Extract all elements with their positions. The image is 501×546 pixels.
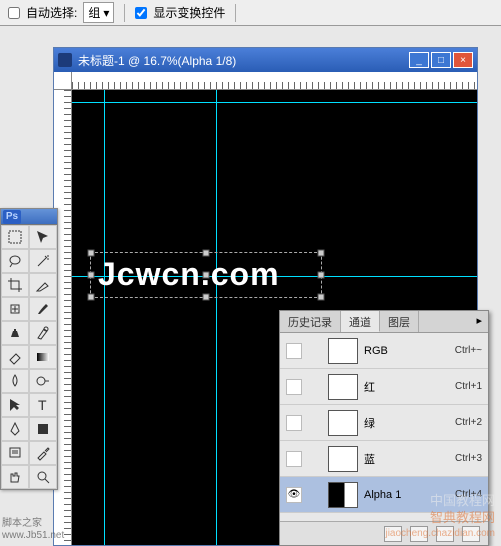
visibility-toggle[interactable]	[286, 487, 302, 503]
close-button[interactable]: ×	[453, 52, 473, 68]
channel-name: 红	[364, 379, 449, 395]
svg-text:T: T	[38, 397, 47, 413]
divider	[124, 4, 125, 22]
minimize-button[interactable]: _	[409, 52, 429, 68]
channel-thumbnail	[328, 374, 358, 400]
eraser-tool[interactable]	[1, 345, 29, 369]
ps-logo-icon: Ps	[3, 210, 21, 224]
marquee-tool[interactable]	[1, 225, 29, 249]
channel-thumbnail	[328, 446, 358, 472]
channel-shortcut: Ctrl+3	[455, 453, 482, 464]
channel-name: RGB	[364, 345, 449, 357]
channel-row[interactable]: RGB Ctrl+~	[280, 333, 488, 369]
toolbox-header[interactable]: Ps	[1, 209, 57, 225]
visibility-toggle[interactable]	[286, 415, 302, 431]
path-selection-tool[interactable]	[1, 393, 29, 417]
channel-name: 蓝	[364, 451, 449, 467]
channel-row[interactable]: 蓝 Ctrl+3	[280, 441, 488, 477]
guide-horizontal[interactable]	[72, 102, 477, 103]
notes-tool[interactable]	[1, 441, 29, 465]
canvas-text[interactable]: Jcwcn.com	[98, 256, 280, 293]
panel-menu-icon[interactable]: ▸	[470, 311, 488, 332]
transform-handle-sw[interactable]	[88, 294, 95, 301]
options-bar: 自动选择: 组 ▾ 显示变换控件	[0, 0, 501, 26]
ps-icon	[58, 53, 72, 67]
ruler-horizontal[interactable]	[72, 72, 477, 90]
transform-handle-w[interactable]	[88, 272, 95, 279]
auto-select-label: 自动选择:	[26, 4, 77, 21]
channel-row[interactable]: 红 Ctrl+1	[280, 369, 488, 405]
transform-handle-s[interactable]	[203, 294, 210, 301]
ruler-corner	[54, 72, 72, 90]
channel-shortcut: Ctrl+2	[455, 417, 482, 428]
channel-thumbnail	[328, 410, 358, 436]
transform-handle-nw[interactable]	[88, 250, 95, 257]
channel-shortcut: Ctrl+~	[455, 345, 482, 356]
history-brush-tool[interactable]	[29, 321, 57, 345]
show-transform-checkbox[interactable]	[135, 7, 147, 19]
channel-shortcut: Ctrl+1	[455, 381, 482, 392]
titlebar[interactable]: 未标题-1 @ 16.7%(Alpha 1/8) _ □ ×	[54, 48, 477, 72]
auto-select-checkbox[interactable]	[8, 7, 20, 19]
channel-list: RGBCtrl+~红Ctrl+1绿Ctrl+2蓝Ctrl+3Alpha 1Ctr…	[280, 333, 488, 513]
transform-handle-ne[interactable]	[318, 250, 325, 257]
transform-handle-e[interactable]	[318, 272, 325, 279]
panel-tabs: 历史记录 通道 图层 ▸	[280, 311, 488, 333]
type-tool[interactable]: T	[29, 393, 57, 417]
transform-handle-se[interactable]	[318, 294, 325, 301]
hand-tool[interactable]	[1, 465, 29, 489]
guide-vertical[interactable]	[104, 90, 105, 545]
shape-tool[interactable]	[29, 417, 57, 441]
tab-history[interactable]: 历史记录	[280, 311, 341, 332]
healing-brush-tool[interactable]	[1, 297, 29, 321]
eyedropper-tool[interactable]	[29, 441, 57, 465]
toolbox: Ps T	[0, 208, 58, 490]
crop-tool[interactable]	[1, 273, 29, 297]
tab-layers[interactable]: 图层	[380, 311, 419, 332]
divider	[235, 4, 236, 22]
show-transform-label: 显示变换控件	[153, 4, 225, 21]
magic-wand-tool[interactable]	[29, 249, 57, 273]
channel-thumbnail	[328, 482, 358, 508]
document-title: 未标题-1 @ 16.7%(Alpha 1/8)	[78, 52, 236, 69]
watermark-right: 中国教程网 智典教程网 jiaocheng.chazidian.com	[385, 493, 495, 540]
dodge-tool[interactable]	[29, 369, 57, 393]
maximize-button[interactable]: □	[431, 52, 451, 68]
tab-channels[interactable]: 通道	[341, 311, 380, 332]
group-dropdown-label: 组	[88, 4, 100, 21]
clone-stamp-tool[interactable]	[1, 321, 29, 345]
channel-thumbnail	[328, 338, 358, 364]
pen-tool[interactable]	[1, 417, 29, 441]
visibility-toggle[interactable]	[286, 379, 302, 395]
visibility-toggle[interactable]	[286, 451, 302, 467]
channel-name: 绿	[364, 415, 449, 431]
chevron-down-icon: ▾	[103, 6, 109, 20]
gradient-tool[interactable]	[29, 345, 57, 369]
brush-tool[interactable]	[29, 297, 57, 321]
move-tool[interactable]	[29, 225, 57, 249]
channel-row[interactable]: 绿 Ctrl+2	[280, 405, 488, 441]
blur-tool[interactable]	[1, 369, 29, 393]
lasso-tool[interactable]	[1, 249, 29, 273]
visibility-toggle[interactable]	[286, 343, 302, 359]
guide-vertical[interactable]	[216, 90, 217, 545]
group-dropdown[interactable]: 组 ▾	[83, 2, 114, 23]
watermark-left: 脚本之家 www.Jb51.net	[2, 518, 64, 542]
zoom-tool[interactable]	[29, 465, 57, 489]
slice-tool[interactable]	[29, 273, 57, 297]
